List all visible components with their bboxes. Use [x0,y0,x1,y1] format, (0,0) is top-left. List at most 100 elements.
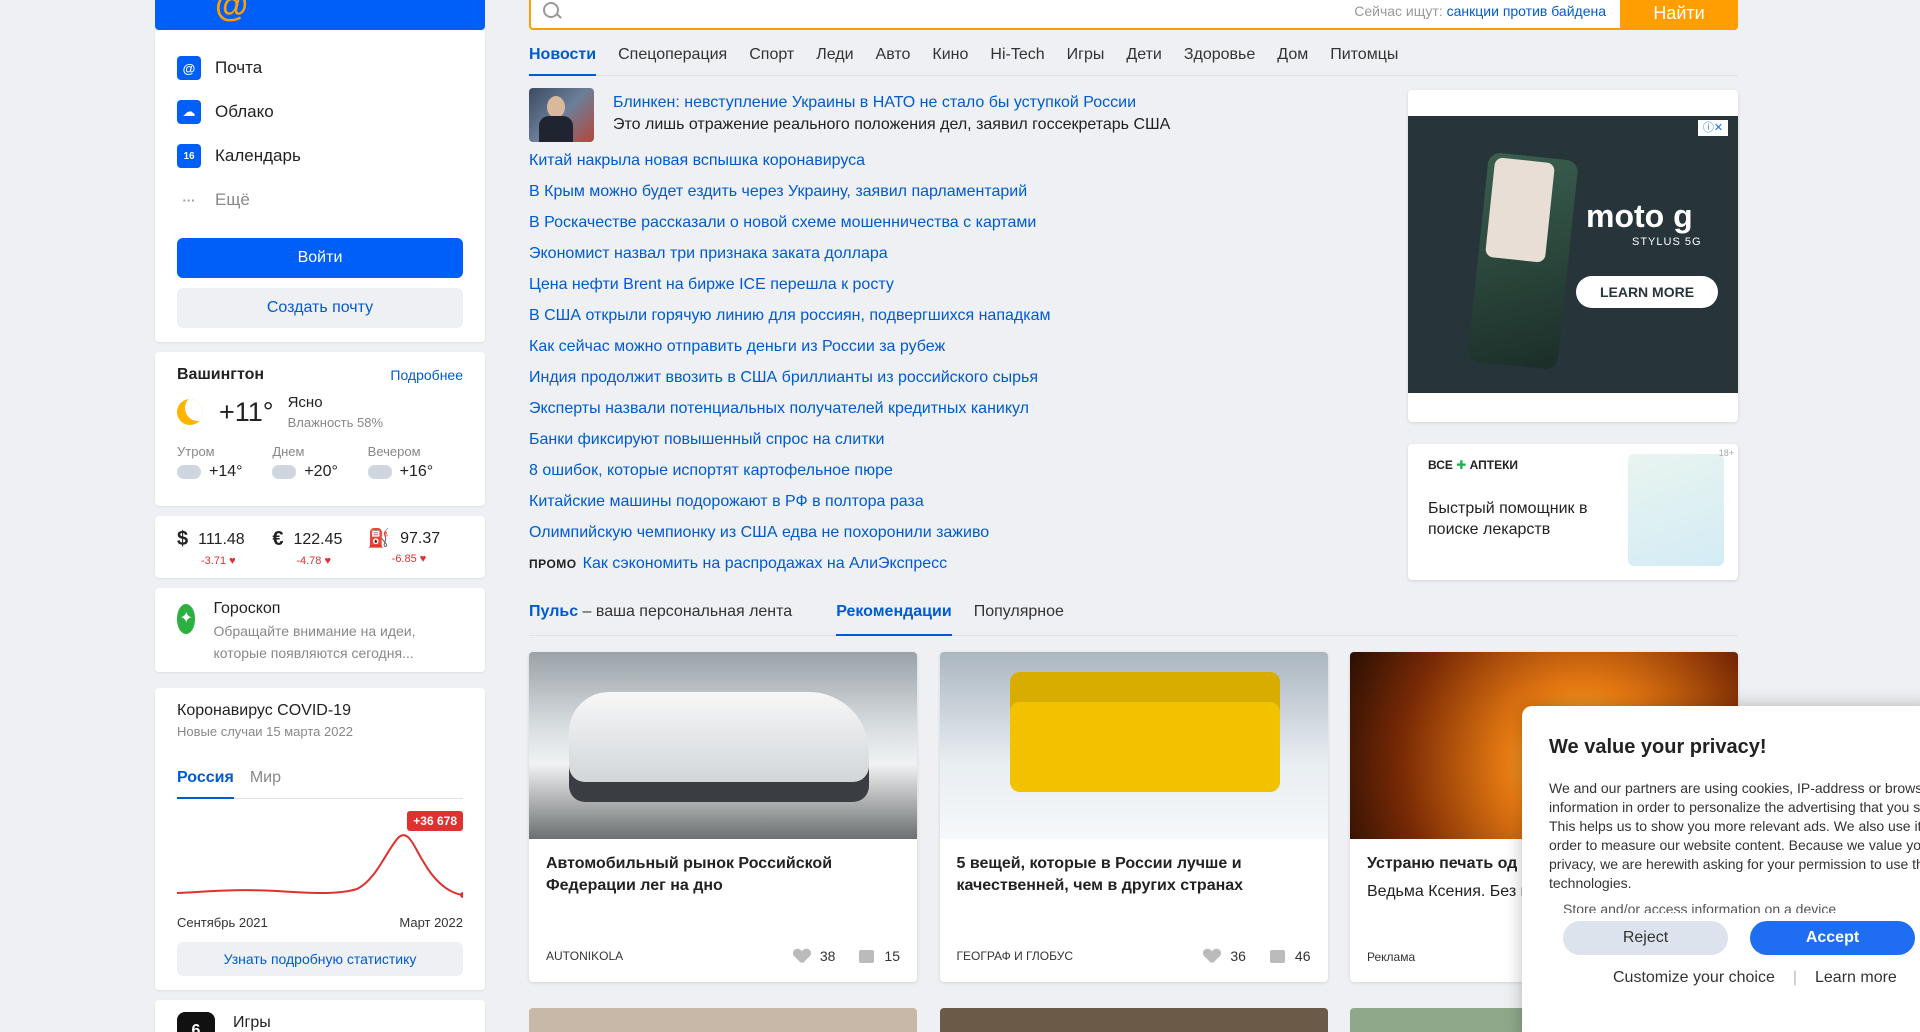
covid-subtitle: Новые случаи 15 марта 2022 [177,724,353,739]
weather-morning: Утром +14° [177,444,243,480]
news-item[interactable]: В Крым можно будет ездить через Украину,… [529,181,1050,212]
heart-icon[interactable] [794,949,810,963]
news-item[interactable]: Экономист назвал три признака заката дол… [529,243,1050,274]
euro-icon: € [272,528,284,550]
customize-link[interactable]: Customize your choice [1613,969,1775,987]
card-image[interactable] [529,652,917,839]
rate-usd[interactable]: $111.48 -3.71 ♥ [177,528,272,567]
news-tabs: Новости Спецоперация Спорт Леди Авто Кин… [529,44,1738,76]
search-hint: Сейчас ищут: санкции против байдена [1354,3,1606,19]
weather-day: Днем +20° [272,444,338,480]
feed-card[interactable]: Автомобильный рынок Российской Федерации… [529,652,917,982]
tab-auto[interactable]: Авто [876,44,911,76]
weather-evening: Вечером +16° [367,444,434,480]
news-item[interactable]: Банки фиксируют повышенный спрос на слит… [529,429,1050,460]
learn-more-link[interactable]: Learn more [1815,969,1897,987]
weather-city[interactable]: Вашингтон [177,366,264,384]
news-item[interactable]: В США открыли горячую линию для россиян,… [529,305,1050,336]
search-hint-query[interactable]: санкции против байдена [1447,3,1606,19]
card-image[interactable] [939,652,1328,839]
ad-image[interactable]: moto g STYLUS 5G LEARN MORE [1408,116,1738,393]
tab-special[interactable]: Спецоперация [618,44,727,76]
service-more[interactable]: ··· Ещё [177,178,463,222]
tab-pulse[interactable]: Пульс – ваша персональная лента [529,600,792,636]
oil-rig-icon: ⛽ [367,528,391,548]
card-source[interactable]: AUTONIKOLA [546,949,623,963]
ad2-text: Быстрый помощник в поиске лекарств [1428,500,1588,538]
tab-news[interactable]: Новости [529,44,597,76]
tab-home[interactable]: Дом [1277,44,1308,76]
moon-icon [177,399,203,425]
tab-kids[interactable]: Дети [1126,44,1161,76]
create-mail-button[interactable]: Создать почту [177,288,463,328]
ad-learn-more-button[interactable]: LEARN MORE [1576,276,1718,308]
tab-lady[interactable]: Леди [816,44,853,76]
service-calendar[interactable]: 16 Календарь [177,134,463,178]
card-source[interactable]: ГЕОГРАФ И ГЛОБУС [957,949,1073,963]
games-icon: 6 [177,1012,215,1032]
card-title[interactable]: 5 вещей, которые в России лучше и качест… [940,839,1328,897]
news-item[interactable]: Китайские машины подорожают в РФ в полто… [529,491,1050,522]
tab-health[interactable]: Здоровье [1184,44,1255,76]
cloud-sun-icon [177,457,201,479]
privacy-title: We value your privacy! [1549,736,1767,758]
rate-eur[interactable]: €122.45 -4.78 ♥ [272,528,367,567]
ad2-age: 18+ [1718,448,1734,458]
weather-condition: Ясно [287,394,323,411]
login-button[interactable]: Войти [177,238,463,278]
mail-icon: @ [177,56,201,80]
news-item[interactable]: Эксперты назвали потенциальных получател… [529,398,1050,429]
tab-popular[interactable]: Популярное [974,600,1064,636]
tab-hitech[interactable]: Hi-Tech [990,44,1044,76]
horoscope-widget[interactable]: ✦ Гороскоп Обращайте внимание на идеи, к… [155,588,485,672]
news-item[interactable]: Индия продолжит ввозить в США бриллианты… [529,367,1050,398]
headline-thumbnail[interactable] [529,88,594,142]
tab-sport[interactable]: Спорт [749,44,794,76]
news-item[interactable]: Китай накрыла новая вспышка коронавируса [529,150,1050,181]
search-icon [543,2,559,18]
search-bar[interactable]: Сейчас ищут: санкции против байдена Найт… [529,0,1738,30]
news-item[interactable]: В Роскачестве рассказали о новой схеме м… [529,212,1050,243]
weather-temp: +11° [219,396,274,427]
headline-title[interactable]: Блинкен: невступление Украины в НАТО не … [613,94,1170,112]
ad-banner-apteki[interactable]: ВСЕ ✚ АПТЕКИ Быстрый помощник в поиске л… [1408,444,1738,580]
card-image[interactable] [529,1008,917,1032]
ad-brand-sub: STYLUS 5G [1632,236,1702,248]
weather-more-link[interactable]: Подробнее [390,367,463,383]
comment-icon[interactable] [859,949,875,963]
reject-button[interactable]: Reject [1563,921,1728,955]
covid-tab-world[interactable]: Мир [250,769,281,798]
card-source: Реклама [1367,950,1416,964]
games-widget[interactable]: 6 Игры [155,1000,485,1032]
comment-icon[interactable] [1269,949,1285,963]
calendar-icon: 16 [177,144,201,168]
news-item[interactable]: Цена нефти Brent на бирже ICE перешла к … [529,274,1050,305]
covid-tab-russia[interactable]: Россия [177,769,234,799]
feed-card[interactable]: 5 вещей, которые в России лучше и качест… [939,652,1328,982]
promo-item[interactable]: ПРОМО Как сэкономить на распродажах на Ал… [529,553,1050,584]
promo-label: ПРОМО [529,557,577,571]
tab-kino[interactable]: Кино [932,44,968,76]
accept-button[interactable]: Accept [1750,921,1915,955]
tab-games[interactable]: Игры [1067,44,1105,76]
news-item[interactable]: Олимпийскую чемпионку из США едва не пох… [529,522,1050,553]
logo-bar[interactable]: @ [155,0,485,30]
card-image[interactable] [939,1008,1328,1032]
mail-logo[interactable]: @ [215,0,248,25]
tab-recommendations[interactable]: Рекомендации [836,600,952,636]
card-title[interactable]: Автомобильный рынок Российской Федерации… [529,839,917,897]
service-mail[interactable]: @ Почта [177,46,463,90]
news-item[interactable]: 8 ошибок, которые испортят картофельное … [529,460,1050,491]
rate-oil[interactable]: ⛽ 97.37 -6.85 ♥ [368,528,463,566]
news-item[interactable]: Как сейчас можно отправить деньги из Рос… [529,336,1050,367]
currency-rates: $111.48 -3.71 ♥ €122.45 -4.78 ♥ ⛽ 97.37 -6.8… [155,516,485,578]
covid-stats-button[interactable]: Узнать подробную статистику [177,942,463,976]
search-button[interactable]: Найти [1620,0,1738,30]
ad2-illustration [1628,454,1724,566]
ad-banner-moto[interactable]: moto g STYLUS 5G LEARN MORE ⓘ✕ [1408,90,1738,422]
headline-news[interactable]: Блинкен: невступление Украины в НАТО не … [529,88,1170,142]
ad-choices-icon[interactable]: ⓘ✕ [1698,120,1728,136]
heart-icon[interactable] [1204,949,1220,963]
tab-pets[interactable]: Питомцы [1330,44,1398,76]
service-cloud[interactable]: ☁ Облако [177,90,463,134]
